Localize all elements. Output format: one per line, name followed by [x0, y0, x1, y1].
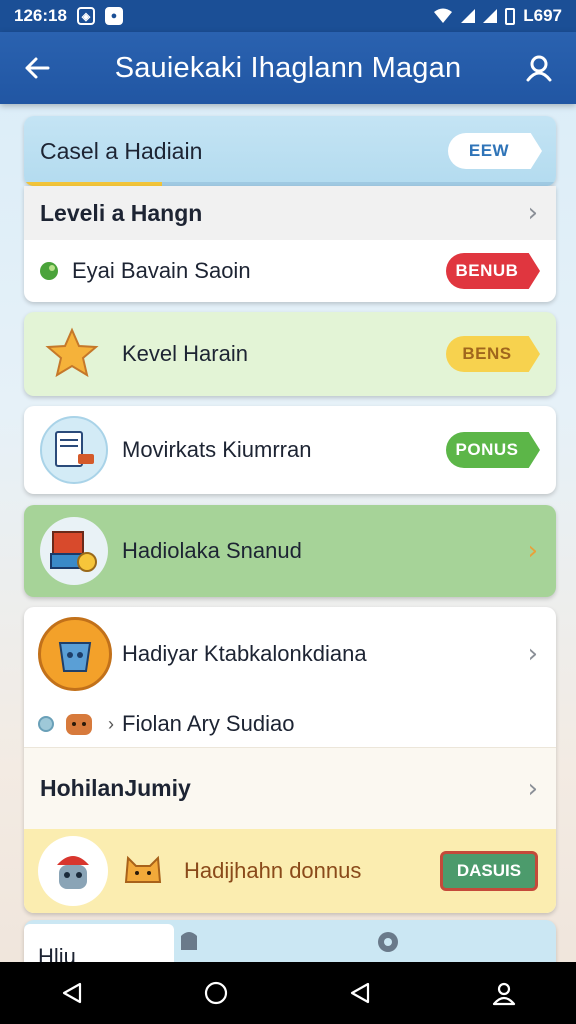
account-icon [492, 982, 516, 1006]
user-icon [526, 55, 552, 82]
card-movirkats-label: Movirkats Kiumrran [122, 437, 312, 462]
card-movirkats[interactable]: Movirkats Kiumrran PONUS [24, 406, 556, 494]
header-card: Casel a Hadiain EEW [24, 116, 556, 186]
notification-icon: ◈ [76, 7, 95, 25]
bag-icon [181, 932, 197, 950]
bear-icon [66, 714, 92, 735]
nav-recent-button[interactable] [330, 963, 390, 1023]
status-bar: 126:18 ◈ ● L697 [0, 0, 576, 32]
status-time: 126:18 [14, 6, 67, 25]
detail-card-header[interactable]: Hadiyar Ktabkalonkdiana › [24, 607, 556, 701]
status-right-text: L697 [523, 6, 562, 25]
signal-icon [461, 9, 476, 23]
nav-back-button[interactable] [42, 963, 102, 1023]
level-card-title: Leveli a Hangn [40, 199, 203, 226]
level-card-item-label: Eyai Bavain Saoin [72, 258, 251, 283]
card-kevel-button[interactable]: BENS [446, 336, 540, 372]
back-button[interactable] [0, 32, 74, 104]
profile-button[interactable] [502, 32, 576, 104]
chevron-right-icon: › [527, 536, 538, 566]
leaf-icon [40, 262, 58, 280]
arrow-left-icon [25, 57, 50, 79]
level-card-header[interactable]: Leveli a Hangn › [24, 186, 556, 240]
detail-card-subrow[interactable]: › Fiolan Ary Sudiao [24, 701, 556, 747]
app-notification-icon: ● [104, 7, 123, 25]
detail-card-title: Hadiyar Ktabkalonkdiana [122, 641, 367, 666]
clock-icon [378, 932, 398, 952]
triangle-recent-icon [350, 982, 370, 1004]
card-hadiolaka[interactable]: Hadiolaka Snanud › [24, 505, 556, 597]
level-card-item-button[interactable]: BENUB [446, 253, 540, 289]
level-card: Leveli a Hangn › Eyai Bavain Saoin BENUB [24, 186, 556, 302]
bonus-button[interactable]: DASUIS [440, 851, 538, 891]
signal-icon-2 [483, 9, 498, 23]
nav-home-button[interactable] [186, 963, 246, 1023]
dot-icon [38, 716, 54, 732]
app-bar: Sauiekaki Ihaglann Magan [0, 32, 576, 104]
wifi-icon [434, 8, 453, 23]
card-hadiolaka-label: Hadiolaka Snanud [122, 538, 302, 563]
battery-icon [505, 7, 516, 25]
chevron-small-icon: › [108, 713, 114, 734]
bonus-row[interactable]: Hadijhahn donnus DASUIS [24, 829, 556, 913]
gift-icon [40, 517, 108, 585]
star-icon [45, 327, 99, 378]
card-kevel-label: Kevel Harain [122, 341, 248, 366]
detail-card-section-title: HohilanJumiy [40, 775, 191, 801]
book-icon [40, 416, 108, 484]
chevron-right-icon: › [527, 198, 538, 228]
detail-card: Hadiyar Ktabkalonkdiana › › Fiolan Ary S… [24, 607, 556, 913]
chevron-right-icon: › [527, 639, 538, 669]
page-title: Sauiekaki Ihaglann Magan [114, 51, 462, 84]
header-card-button[interactable]: EEW [448, 133, 542, 169]
circle-home-icon [204, 981, 228, 1005]
bonus-label: Hadijhahn donnus [184, 858, 362, 883]
detail-card-section[interactable]: HohilanJumiy › [24, 747, 556, 829]
cat-icon [124, 855, 162, 883]
card-kevel[interactable]: Kevel Harain BENS [24, 312, 556, 396]
nav-account-button[interactable] [474, 963, 534, 1023]
system-nav-bar [0, 962, 576, 1024]
header-card-title: Casel a Hadiain [40, 137, 203, 164]
bucket-icon [38, 617, 112, 691]
chevron-right-icon: › [527, 773, 538, 804]
robot-icon [38, 836, 108, 906]
triangle-back-icon [62, 982, 82, 1004]
card-movirkats-button[interactable]: PONUS [446, 432, 540, 468]
detail-card-sub-label: Fiolan Ary Sudiao [122, 711, 295, 736]
level-card-item[interactable]: Eyai Bavain Saoin BENUB [24, 240, 556, 302]
